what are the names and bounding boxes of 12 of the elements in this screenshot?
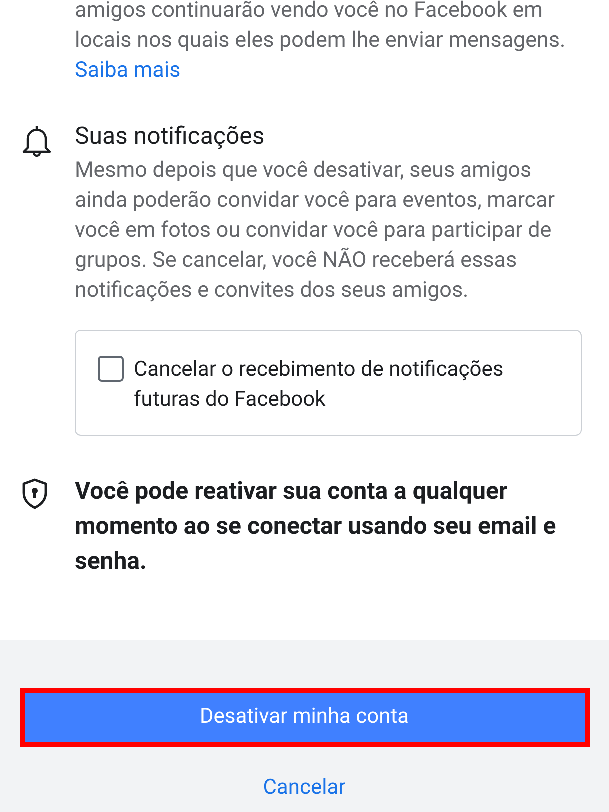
deactivate-button[interactable]: Desativar minha conta <box>20 688 590 747</box>
reactivate-text: Você pode reativar sua conta a qualquer momento ao se conectar usando seu email e senha. <box>75 476 558 577</box>
checkbox[interactable] <box>98 356 124 382</box>
intro-paragraph: amigos continuarão vendo você no Facebook em locais nos quais eles podem lhe enviar mensagens. Saiba mais <box>75 0 567 85</box>
learn-more-link[interactable]: Saiba mais <box>75 58 181 83</box>
cancel-link[interactable]: Cancelar <box>255 769 354 808</box>
bell-icon <box>21 124 53 158</box>
option-label: Cancelar o recebimento de notificações futuras do Facebook <box>134 357 505 414</box>
shield-lock-icon <box>21 478 49 510</box>
section-title: Suas notificações <box>75 121 266 152</box>
notifications-paragraph: Mesmo depois que você desativar, seus amigos ainda poderão convidar você para eventos, marcar você em fotos ou convidar você para participar de grupos. Se cancelar, você NÃO receberá essas notificações e convites dos seus amigos. <box>75 157 556 305</box>
option-card[interactable]: Cancelar o recebimento de notificações futuras do Facebook <box>75 330 582 436</box>
